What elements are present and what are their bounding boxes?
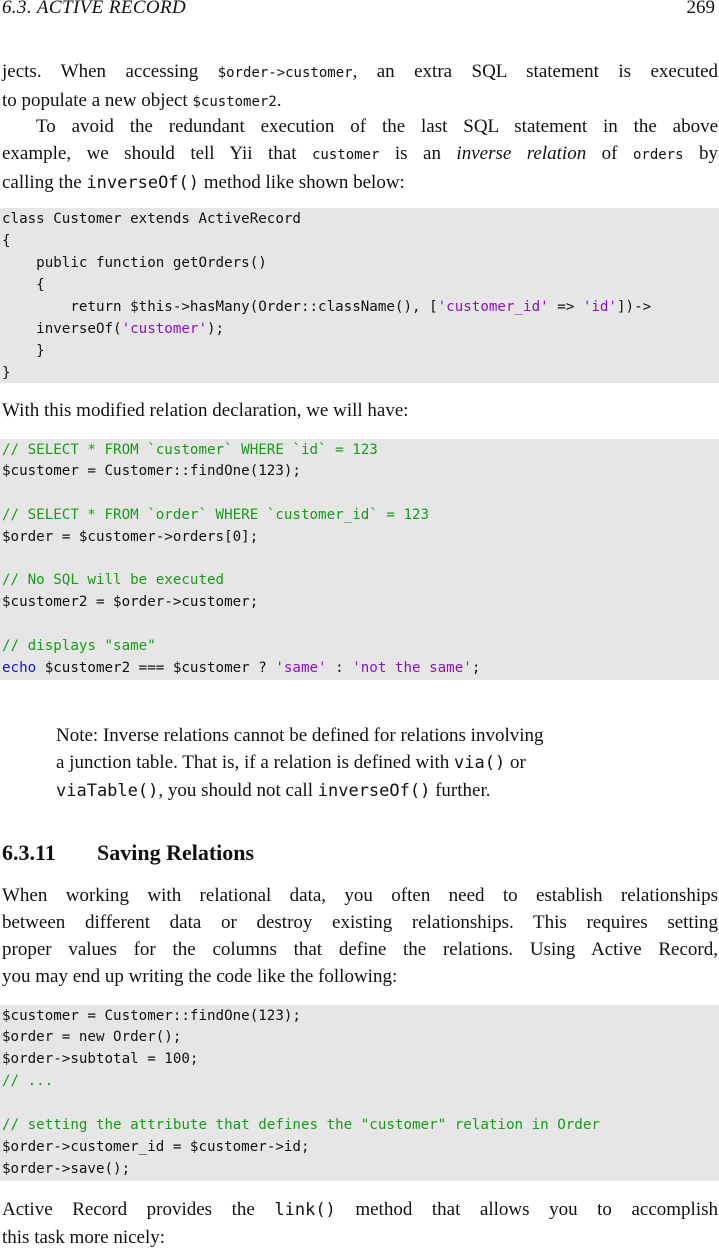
code-line: inverseOf('customer'); — [2, 321, 225, 337]
string-literal: 'not the same' — [352, 660, 472, 676]
section-title: Saving Relations — [97, 840, 255, 865]
code-line: { — [2, 233, 11, 249]
string-literal: 'same' — [275, 660, 327, 676]
paragraph-line: calling the inverseOf() method like show… — [2, 172, 405, 193]
code-comment: // No SQL will be executed — [2, 572, 225, 588]
inline-code: via() — [454, 753, 506, 773]
note-line: Note: Inverse relations cannot be define… — [56, 725, 544, 746]
code-line: class Customer extends ActiveRecord — [2, 211, 301, 227]
section-heading: 6.3.11 Saving Relations — [2, 840, 254, 866]
paragraph-line: you may end up writing the code like the… — [2, 966, 398, 987]
code-line: $order = new Order(); — [2, 1029, 182, 1045]
inline-code: customer — [311, 147, 380, 163]
string-literal: 'id' — [582, 299, 618, 315]
paragraph-line: To avoid the redundant execution of the … — [36, 116, 718, 137]
code-block-example: // SELECT * FROM `customer` WHERE `id` =… — [0, 439, 719, 680]
running-header: 6.3. ACTIVE RECORD 269 — [0, 0, 719, 23]
code-line: $order->subtotal = 100; — [2, 1051, 199, 1067]
paragraph-line: to populate a new object $customer2. — [2, 90, 282, 111]
paragraph-inverse-relation: To avoid the redundant execution of the … — [2, 113, 718, 197]
code-line: public function getOrders() — [2, 255, 267, 271]
paragraph-intro: jects. When accessing $order->customer, … — [2, 58, 718, 116]
paragraph-modified: With this modified relation declaration,… — [2, 397, 718, 424]
code-line: return $this->hasMany(Order::className()… — [2, 299, 652, 315]
code-line: { — [2, 277, 45, 293]
code-comment: // setting the attribute that defines th… — [2, 1117, 600, 1133]
emphasis: inverse relation — [456, 143, 587, 164]
inline-code: inverseOf() — [317, 781, 431, 801]
paragraph-line: this task more nicely: — [2, 1227, 166, 1248]
paragraph-line: proper values for the columns that defin… — [2, 939, 718, 960]
keyword: echo — [2, 660, 37, 676]
note-box: Note: Inverse relations cannot be define… — [56, 722, 666, 805]
code-line: $order->save(); — [2, 1161, 131, 1177]
code-block-inverse-of: class Customer extends ActiveRecord { pu… — [0, 208, 719, 383]
section-number: 6.3.11 — [2, 840, 56, 865]
code-comment: // SELECT * FROM `order` WHERE `customer… — [2, 507, 430, 523]
string-literal: 'customer' — [121, 321, 208, 337]
code-line: } — [2, 365, 11, 381]
note-line: a junction table. That is, if a relation… — [56, 752, 526, 773]
code-line: $customer = Customer::findOne(123); — [2, 463, 301, 479]
code-comment: // displays "same" — [2, 638, 156, 654]
code-comment: // SELECT * FROM `customer` WHERE `id` =… — [2, 442, 378, 458]
paragraph-line: between different data or destroy existi… — [2, 912, 718, 933]
paragraph-line: jects. When accessing $order->customer, … — [2, 61, 719, 82]
paragraph-saving-relations: When working with relational data, you o… — [2, 882, 718, 990]
paragraph-line: Active Record provides the link() method… — [2, 1199, 719, 1220]
code-comment: // ... — [2, 1073, 54, 1089]
paragraph-link-method: Active Record provides the link() method… — [2, 1196, 718, 1251]
inline-code: link() — [274, 1200, 336, 1220]
inline-code: orders — [632, 147, 684, 163]
code-line: } — [2, 343, 45, 359]
running-header-section: 6.3. ACTIVE RECORD — [2, 0, 187, 18]
code-line: $customer2 = $order->customer; — [2, 594, 259, 610]
inline-code: inverseOf() — [86, 173, 200, 193]
page-number: 269 — [686, 0, 716, 18]
book-page: 6.3. ACTIVE RECORD 269 jects. When acces… — [0, 0, 719, 1248]
inline-code: viaTable() — [56, 781, 159, 801]
code-line: $customer = Customer::findOne(123); — [2, 1008, 301, 1024]
code-block-manual-link: $customer = Customer::findOne(123); $ord… — [0, 1005, 719, 1181]
string-literal: 'customer_id' — [437, 299, 549, 315]
note-line: viaTable(), you should not call inverseO… — [56, 780, 491, 801]
inline-code: $order->customer — [217, 65, 353, 81]
inline-code: $customer2 — [192, 94, 277, 110]
paragraph-line: When working with relational data, you o… — [2, 885, 718, 906]
paragraph-line: example, we should tell Yii that custome… — [2, 143, 719, 164]
paragraph-line: With this modified relation declaration,… — [2, 400, 409, 421]
code-line: $order = $customer->orders[0]; — [2, 529, 259, 545]
code-line: $order->customer_id = $customer->id; — [2, 1139, 310, 1155]
code-line: echo $customer2 === $customer ? 'same' :… — [2, 660, 481, 676]
